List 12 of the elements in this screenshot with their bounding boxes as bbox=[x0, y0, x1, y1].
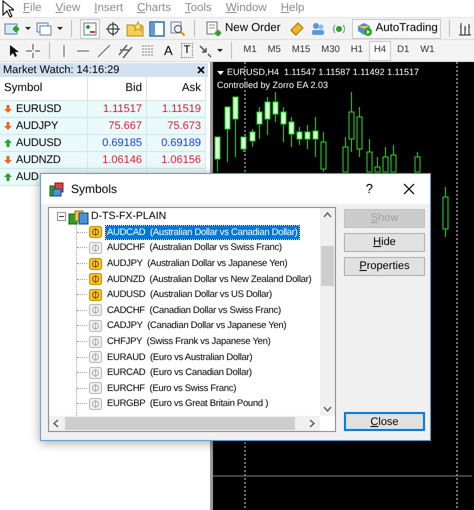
table-cell: 75.673 bbox=[147, 118, 206, 135]
table-cell: 1.06146 bbox=[88, 152, 147, 169]
dialog-title: Symbols bbox=[71, 181, 118, 198]
chart-title: EURUSD,H4 1.11547 1.11587 1.11492 1.11517 bbox=[227, 66, 419, 79]
table-cell: 1.11519 bbox=[147, 101, 206, 118]
table-cell: 75.667 bbox=[88, 118, 147, 135]
panel-title: Market Watch: 14:16:29 bbox=[3, 62, 120, 78]
table-cell: 1.11517 bbox=[88, 101, 147, 118]
table-cell: 1.06156 bbox=[147, 152, 206, 169]
chart-caption: Controlled by Zorro EA 2.03 bbox=[217, 79, 328, 92]
table-cell: 0.69185 bbox=[88, 135, 147, 152]
table-cell: 0.69189 bbox=[147, 135, 206, 152]
